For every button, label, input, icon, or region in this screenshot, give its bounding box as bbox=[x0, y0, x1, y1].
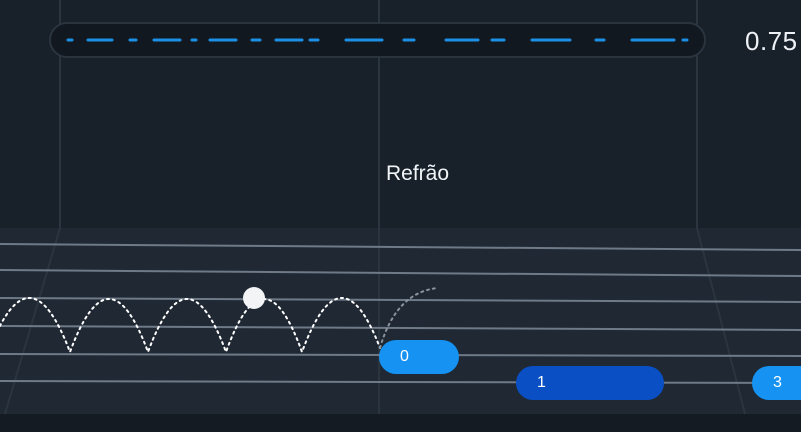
section-label: Refrão bbox=[386, 162, 450, 185]
lane-area bbox=[0, 228, 801, 414]
note-block: 3 bbox=[752, 366, 801, 400]
song-progress-icon bbox=[49, 22, 706, 58]
note-block: 1 bbox=[516, 366, 664, 400]
game-stage: 0.75 Refrão 0 1 3 bbox=[0, 0, 801, 432]
bouncing-ball-icon bbox=[243, 287, 265, 309]
note-block: 0 bbox=[379, 340, 459, 374]
score-value: 0.75 bbox=[745, 26, 798, 56]
bottom-strip bbox=[0, 414, 801, 432]
